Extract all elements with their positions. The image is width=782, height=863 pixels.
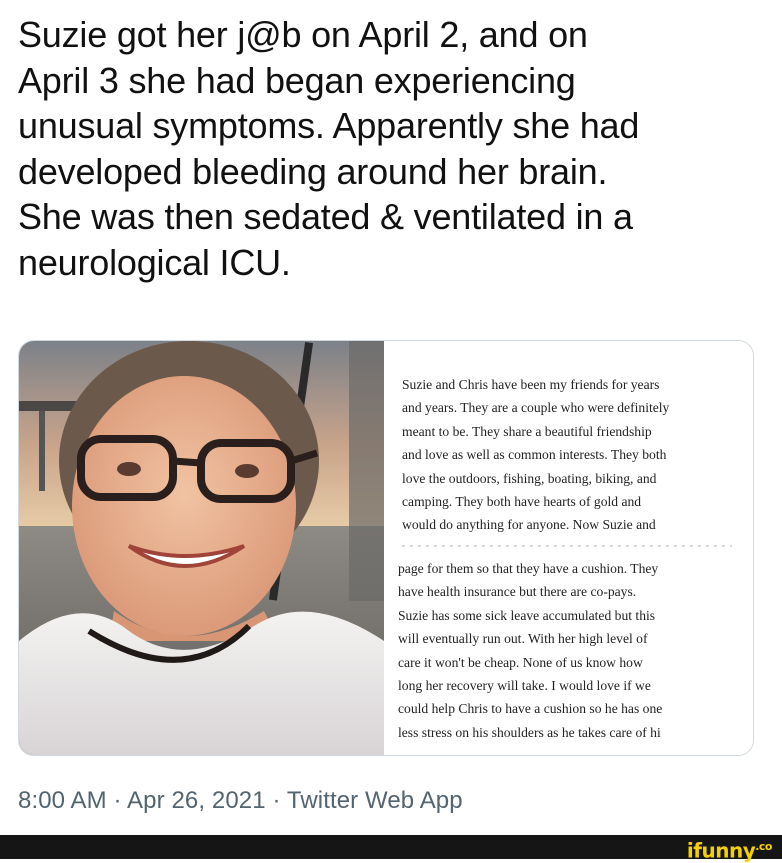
article-line: would do anything for anyone. Now Suzie … xyxy=(402,517,656,533)
tweet-line: neurological ICU. xyxy=(18,241,291,283)
tweet-text: Suzie got her j@b on April 2, and on Apr… xyxy=(18,12,768,285)
article-line: could help Chris to have a cushion so he… xyxy=(398,701,663,717)
tweet-line: developed bleeding around her brain. xyxy=(18,150,608,192)
article-line: less stress on his shoulders as he takes… xyxy=(398,724,661,740)
article-line: will eventually run out. With her high l… xyxy=(398,631,648,647)
watermark-footer: ifunny.co xyxy=(0,835,782,863)
article-paragraph: Suzie and Chris have been my friends for… xyxy=(402,373,742,537)
article-line: Suzie and Chris have been my friends for… xyxy=(402,377,660,392)
tweet-line: April 3 she had began experiencing xyxy=(18,59,576,101)
article-line: meant to be. They share a beautiful frie… xyxy=(402,423,652,439)
cut-separator xyxy=(402,545,732,547)
photo-illustration xyxy=(19,341,384,755)
article-line: camping. They both have hearts of gold a… xyxy=(402,494,642,510)
article-line: Suzie has some sick leave accumulated bu… xyxy=(398,607,656,623)
article-line: love the outdoors, fishing, boating, bik… xyxy=(402,470,657,486)
ifunny-logo: ifunny.co xyxy=(686,838,773,863)
article-line: long her recovery will take. I would lov… xyxy=(398,678,651,694)
tweet-timestamp[interactable]: 8:00 AM · Apr 26, 2021 · Twitter Web App xyxy=(18,787,463,815)
tweet-line: Suzie got her j@b on April 2, and on xyxy=(18,14,588,55)
article-line: and love as well as common interests. Th… xyxy=(402,447,667,463)
article-line: page for them so that they have a cushio… xyxy=(398,561,659,576)
article-line: care it won't be cheap. None of us know … xyxy=(398,654,643,670)
article-line: and years. They are a couple who were de… xyxy=(402,400,670,416)
tweet-line: She was then sedated & ventilated in a xyxy=(18,196,633,237)
media-card[interactable]: Suzie and Chris have been my friends for… xyxy=(18,340,754,756)
article-paragraph: page for them so that they have a cushio… xyxy=(398,557,748,744)
woman-selfie-photo[interactable] xyxy=(19,341,384,755)
article-line: have health insurance but there are co-p… xyxy=(398,584,637,600)
tweet-line: unusual symptoms. Apparently she had xyxy=(18,105,640,146)
article-screenshot: Suzie and Chris have been my friends for… xyxy=(385,341,753,755)
